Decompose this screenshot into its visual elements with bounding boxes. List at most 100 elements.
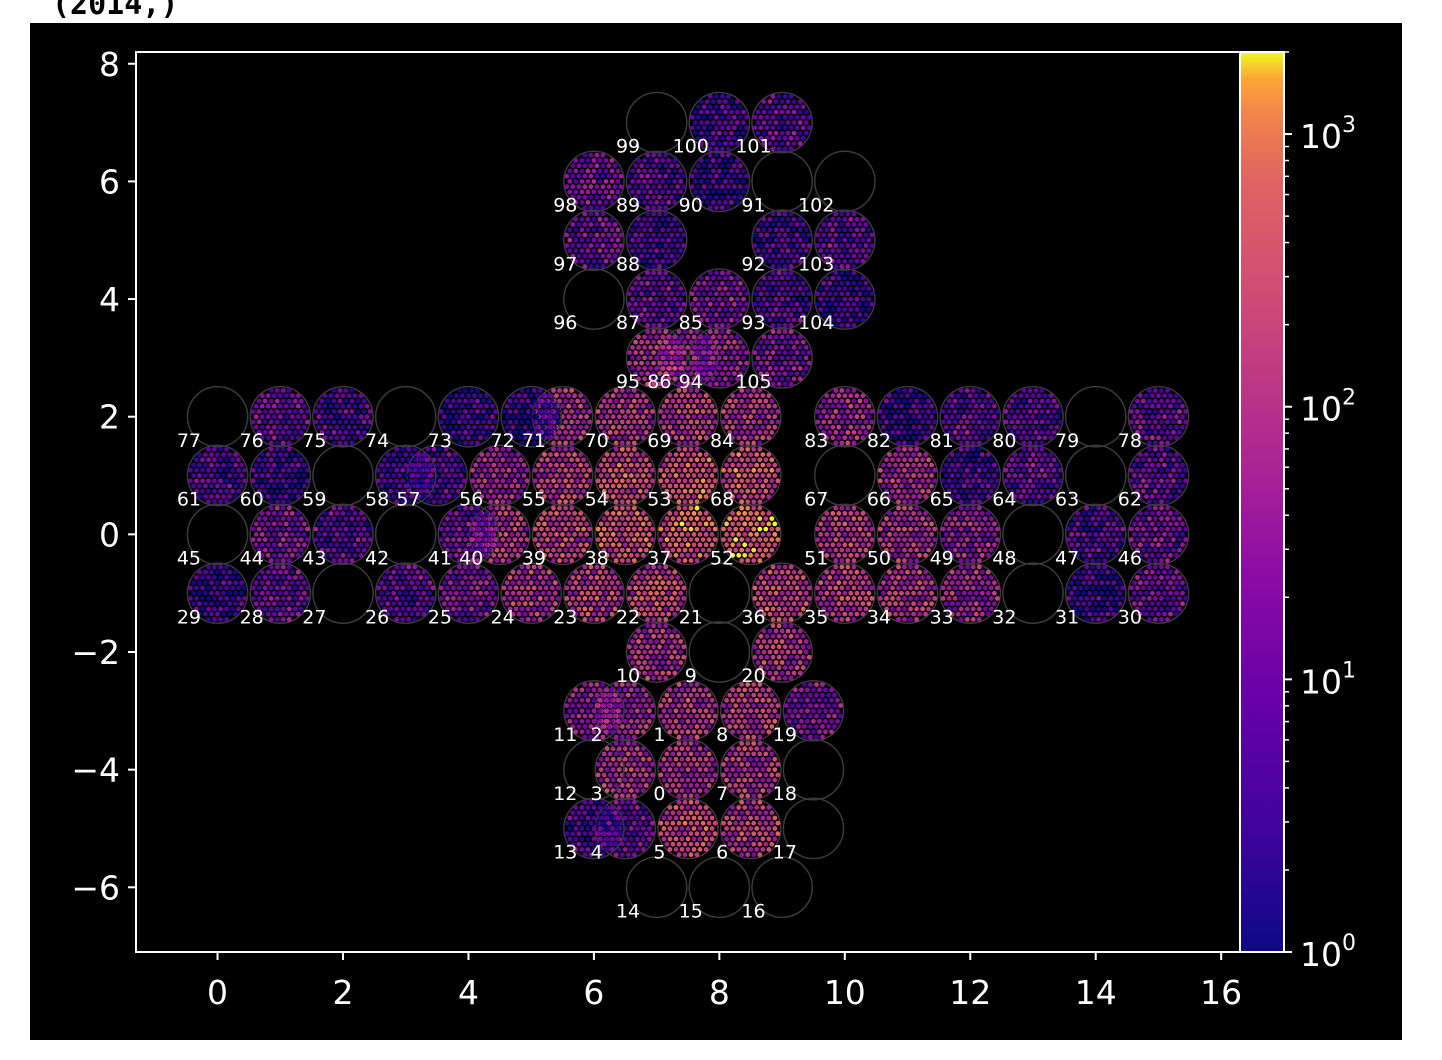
sensor-dot (1087, 569, 1093, 575)
sensor-dot (277, 552, 283, 558)
sensor-dot (676, 762, 682, 767)
sensor-dot (796, 713, 801, 719)
sensor-dot (1144, 494, 1149, 499)
sensor-dot (1156, 569, 1161, 575)
sensor-dot (694, 724, 700, 729)
sensor-dot (430, 596, 436, 601)
sensor-dot (899, 601, 904, 607)
sensor-dot (546, 601, 552, 607)
sensor-dot (721, 537, 726, 542)
sensor-dot (688, 762, 694, 767)
sensor-dot (218, 488, 224, 494)
sensor-dot (579, 708, 585, 714)
sensor-dot (745, 558, 751, 563)
sensor-dot (827, 585, 833, 591)
sensor-dot (887, 521, 892, 527)
sensor-dot (896, 558, 901, 563)
sensor-dot (952, 575, 958, 580)
sensor-dot (788, 675, 794, 681)
sensor-dot (1093, 511, 1099, 516)
sensor-dot (543, 575, 549, 580)
sensor-dot (673, 729, 679, 735)
sensor-dot (985, 611, 991, 617)
sensor-dot (758, 633, 764, 639)
sensor-dot (631, 457, 637, 463)
sensor-dot (815, 585, 821, 591)
sensor-dot (463, 526, 468, 532)
sensor-dot (643, 841, 649, 847)
sensor-dot (1174, 611, 1179, 617)
sensor-dot (328, 521, 334, 527)
sensor-dot (212, 617, 217, 622)
sensor-dot (507, 575, 513, 580)
sensor-dot (739, 820, 745, 826)
sensor-dot (313, 526, 319, 532)
sensor-dot (206, 596, 211, 601)
sensor-dot (824, 590, 830, 596)
sensor-dot (923, 580, 928, 586)
sensor-dot (328, 552, 334, 558)
sensor-dot (576, 692, 582, 698)
sensor-dot (268, 478, 274, 484)
sensor-dot (1165, 564, 1170, 570)
sensor-dot (1171, 596, 1176, 601)
sensor-dot (745, 516, 751, 521)
sensor-dot (637, 457, 643, 463)
sensor-dot (1135, 575, 1140, 580)
sensor-dot (409, 462, 415, 468)
sensor-dot (706, 467, 712, 473)
sensor-dot (595, 419, 601, 425)
sensor-dot (576, 713, 582, 719)
sensor-dot (575, 430, 580, 435)
sensor-dot (1159, 537, 1164, 542)
sensor-dot (754, 697, 760, 703)
sensor-dot (563, 488, 568, 494)
sensor-dot (418, 606, 424, 612)
sensor-dot (563, 547, 568, 553)
sensor-dot (712, 409, 718, 414)
sensor-dot (845, 558, 851, 563)
sensor-dot (262, 575, 268, 580)
sensor-dot (706, 751, 712, 757)
sensor-dot (1090, 516, 1096, 521)
sensor-dot (610, 756, 616, 762)
sensor-dot (552, 403, 558, 409)
sensor-dot (549, 596, 555, 601)
sensor-dot (926, 457, 931, 463)
sensor-dot (478, 611, 483, 617)
sensor-dot (887, 532, 892, 537)
sensor-dot (1138, 511, 1143, 516)
sensor-dot (277, 452, 283, 457)
sensor-dot (424, 488, 430, 494)
sensor-dot (799, 697, 804, 703)
sensor-dot (388, 457, 394, 463)
sensor-dot (673, 697, 679, 703)
sensor-dot (461, 467, 467, 473)
sensor-dot (1141, 526, 1146, 532)
sensor-dot (949, 452, 955, 457)
sensor-dot (917, 521, 922, 527)
sensor-dot (751, 703, 757, 708)
sensor-dot (955, 483, 961, 489)
sensor-dot (640, 452, 646, 457)
sensor-dot (622, 473, 628, 478)
sensor-dot (739, 499, 745, 505)
sensor-dot (970, 499, 976, 505)
sensor-dot (664, 537, 670, 542)
sensor-dot (682, 430, 688, 435)
sensor-dot (820, 692, 825, 698)
sensor-dot (830, 580, 836, 586)
sensor-dot (463, 617, 468, 622)
sensor-dot (766, 473, 772, 478)
sensor-dot (881, 532, 886, 537)
sensor-dot (286, 547, 292, 553)
sensor-dot (848, 542, 854, 548)
sensor-dot (567, 708, 573, 714)
sensor-dot (475, 537, 480, 542)
sensor-dot (688, 831, 694, 837)
sensor-dot (1075, 580, 1081, 586)
sensor-dot (1147, 564, 1152, 570)
sensor-dot (1102, 526, 1108, 532)
sensor-dot (203, 483, 208, 489)
sensor-dot (613, 398, 619, 404)
